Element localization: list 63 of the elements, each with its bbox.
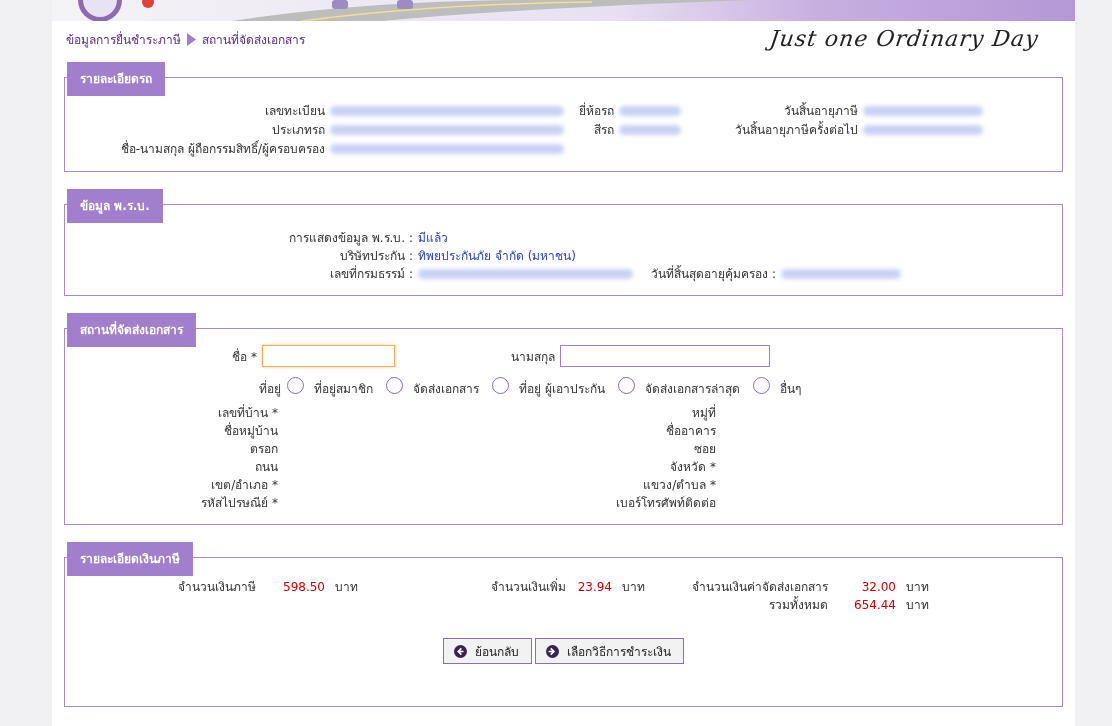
amount-value: 654.44 [853, 597, 897, 614]
text-field[interactable] [560, 345, 770, 367]
field-label: ถนน [254, 459, 278, 476]
arrow-right-icon [546, 644, 559, 658]
field-label: ชื่อ-นามสกุล ผู้ถือกรรมสิทธิ์/ผู้ครอบครอง [119, 140, 325, 159]
section-header: สถานที่จัดส่งเอกสาร [67, 313, 196, 347]
field-label: ยี่ห้อรถ [578, 102, 614, 120]
amount-label: จำนวนเงินภาษี [177, 579, 256, 596]
nav-button[interactable]: ย้อนกลับ [443, 638, 532, 664]
field-label: การแสดงข้อมูล พ.ร.บ. : [287, 230, 413, 247]
field-label: วันสิ้นอายุภาษีครั้งต่อไป [734, 121, 858, 140]
triangle-icon [187, 33, 196, 46]
field-label: สีรถ [593, 122, 614, 139]
currency-unit: บาท [335, 579, 359, 596]
field-label: วันที่สิ้นสุดอายุคุ้มครอง : [650, 265, 776, 283]
amount-label: จำนวนเงินเพิ่ม [490, 578, 566, 596]
section-header: รายละเอียดเงินภาษี [67, 542, 193, 576]
text-field[interactable] [262, 345, 395, 367]
amount-label: รวมทั้งหมด [768, 596, 828, 614]
nav-button[interactable]: เลือกวิธีการชำระเงิน [535, 638, 684, 664]
section-header: ข้อมูล พ.ร.บ. [67, 189, 163, 223]
field-label: ตรอก [249, 441, 278, 458]
field-label: รหัสไปรษณีย์ * [200, 495, 278, 512]
field-label: เลขที่กรมธรรม์ : [329, 265, 413, 283]
field-label: หมู่ที่ [691, 404, 716, 422]
currency-unit: บาท [906, 597, 930, 614]
radio-button[interactable] [617, 377, 635, 394]
field-label: ชื่อหมู่บ้าน [223, 422, 278, 440]
amount-label: จำนวนเงินค่าจัดส่งเอกสาร [691, 579, 828, 596]
field-label: ซอย [693, 441, 716, 458]
radio-button[interactable] [492, 377, 509, 394]
currency-unit: บาท [622, 579, 646, 596]
arrow-left-icon [454, 644, 467, 658]
field-label: จังหวัด * [669, 459, 716, 476]
amount-value: 32.00 [860, 579, 897, 596]
radio-button[interactable] [752, 377, 770, 394]
option-label[interactable]: จัดส่งเอกสาร [413, 379, 479, 398]
radio-button[interactable] [287, 377, 304, 394]
field-label: ชื่ออาคาร [665, 422, 716, 440]
field-label: บริษัทประกัน : [339, 248, 413, 265]
field-label: เลขที่บ้าน * [217, 404, 278, 422]
radio-button[interactable] [386, 377, 403, 394]
field-label: ประเภทรถ [271, 122, 325, 139]
field-label: แขวง/ตำบล * [642, 477, 716, 494]
field-label: เบอร์โทรศัพท์ติดต่อ [615, 495, 716, 512]
option-label[interactable]: ที่อยู่สมาชิก [314, 379, 373, 398]
field-label: วันสิ้นอายุภาษี [783, 102, 858, 121]
breadcrumb-link[interactable]: ข้อมูลการยื่นชำระภาษี [66, 30, 181, 49]
currency-unit: บาท [906, 579, 930, 596]
amount-value: 598.50 [282, 579, 326, 596]
field-label: ชื่อ * [231, 347, 257, 366]
breadcrumb-link[interactable]: สถานที่จัดส่งเอกสาร [202, 30, 305, 49]
field-value: ทิพยประกันภัย จำกัด (มหาชน) [418, 248, 577, 265]
field-label: นามสกุล [510, 348, 555, 366]
field-value: มีแล้ว [418, 230, 449, 247]
amount-value: 23.94 [576, 579, 613, 596]
field-label: ที่อยู่ [258, 379, 281, 398]
field-label: เลขทะเบียน [264, 103, 325, 120]
option-label[interactable]: อื่นๆ [779, 379, 801, 398]
field-label: เขต/อำเภอ * [210, 477, 278, 494]
option-label[interactable]: จัดส่งเอกสารล่าสุด [644, 379, 740, 398]
option-label[interactable]: ที่อยู่ ผู้เอาประกัน [519, 379, 605, 398]
section-header: รายละเอียดรถ [67, 62, 165, 96]
